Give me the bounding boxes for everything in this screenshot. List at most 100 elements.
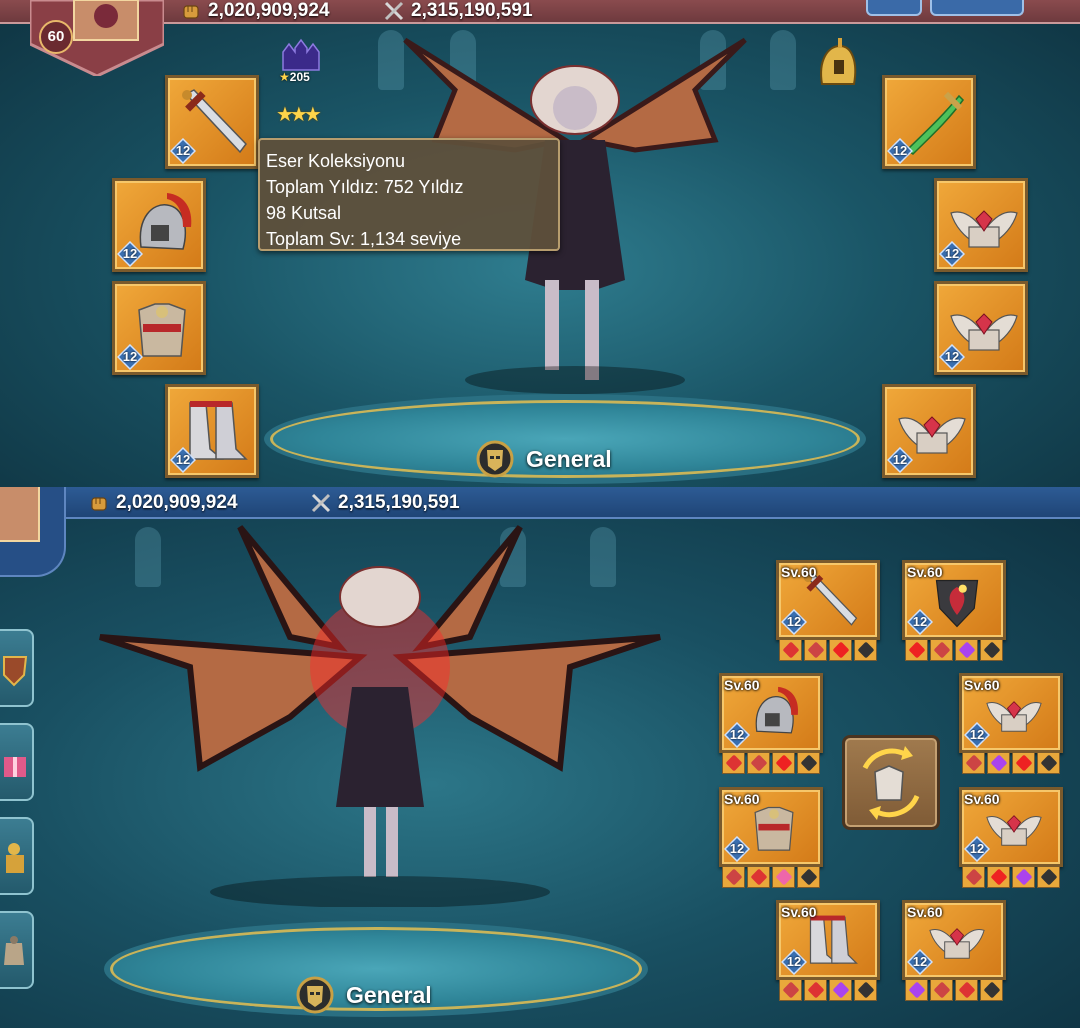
equip-slot-helmet[interactable]: 12	[112, 178, 206, 272]
side-button-shield[interactable]	[0, 629, 34, 707]
gem-socket[interactable]	[772, 866, 795, 888]
item-level-badge: 12	[887, 138, 913, 164]
item-level-value: 12	[786, 614, 802, 629]
gem-socket[interactable]	[1037, 752, 1060, 774]
gem-socket[interactable]	[930, 979, 953, 1001]
gem-socket[interactable]	[980, 979, 1003, 1001]
item-level-value: 12	[729, 727, 745, 742]
gem-socket[interactable]	[930, 639, 953, 661]
gem-row	[962, 752, 1060, 776]
gem-socket[interactable]	[980, 639, 1003, 661]
gem-socket[interactable]	[955, 979, 978, 1001]
purple-gem-icon	[990, 754, 1007, 772]
gear-slot-armor[interactable]: Sv.60 12	[719, 787, 823, 888]
gem-row	[905, 979, 1003, 1003]
swap-armor-icon	[862, 746, 920, 820]
gem-socket[interactable]	[779, 979, 802, 1001]
equip-slot-boots[interactable]: 12	[165, 384, 259, 478]
general-label[interactable]: General	[476, 440, 612, 478]
side-button-statue[interactable]	[0, 817, 34, 895]
gem-row	[905, 639, 1003, 663]
top-menu-button[interactable]	[930, 0, 1024, 16]
gear-slot-helmet[interactable]: Sv.60 12	[719, 673, 823, 774]
red-gem-icon	[725, 754, 742, 772]
equip-slot-armor[interactable]: 12	[112, 281, 206, 375]
red-gem-icon	[750, 754, 767, 772]
dark-gem-icon	[1040, 754, 1057, 772]
gem-socket[interactable]	[962, 752, 985, 774]
equip-slot-offhand[interactable]: 12	[882, 75, 976, 169]
gem-socket[interactable]	[987, 866, 1010, 888]
top-menu-button[interactable]	[866, 0, 922, 16]
gear-slot-shield[interactable]: Sv.60 12	[902, 560, 1006, 661]
gem-socket[interactable]	[1012, 752, 1035, 774]
gem-socket[interactable]	[804, 639, 827, 661]
red-gem-icon	[807, 981, 824, 999]
equip-slot-accessory-3[interactable]: 12	[882, 384, 976, 478]
general-text: General	[526, 445, 612, 472]
item-level-badge: 12	[781, 609, 807, 635]
gem-socket[interactable]	[797, 866, 820, 888]
gear-level-label: Sv.60	[964, 677, 1000, 693]
gem-socket[interactable]	[854, 639, 877, 661]
equip-slot-accessory-2[interactable]: 12	[934, 281, 1028, 375]
general-text: General	[346, 981, 432, 1008]
gear-slot-accessory-2[interactable]: Sv.60 12	[959, 787, 1063, 888]
golden-helmet-icon[interactable]	[812, 36, 860, 90]
item-level-value: 12	[175, 143, 191, 158]
side-button-gift[interactable]	[0, 723, 34, 801]
gem-socket[interactable]	[797, 752, 820, 774]
gem-socket[interactable]	[1037, 866, 1060, 888]
dark-gem-icon	[857, 981, 874, 999]
purple-gem-icon	[832, 981, 849, 999]
power-stat: 2,020,909,924	[180, 0, 330, 22]
gem-socket[interactable]	[829, 639, 852, 661]
dark-gem-icon	[1040, 868, 1057, 886]
gem-row	[722, 752, 820, 776]
player-avatar[interactable]: 60	[28, 0, 166, 78]
tooltip-total-level: Toplam Sv: 1,134 seviye	[266, 229, 462, 249]
gem-socket[interactable]	[829, 979, 852, 1001]
gem-socket[interactable]	[722, 752, 745, 774]
gem-socket[interactable]	[987, 752, 1010, 774]
item-level-badge: 12	[887, 447, 913, 473]
general-label[interactable]: General	[296, 976, 432, 1014]
artifact-collection-tooltip: Eser Koleksiyonu Toplam Yıldız: 752 Yıld…	[258, 138, 560, 251]
gem-socket[interactable]	[747, 866, 770, 888]
gear-slot-boots[interactable]: Sv.60 12	[776, 900, 880, 1001]
player-avatar[interactable]	[0, 487, 40, 542]
armor-stand-icon	[4, 936, 24, 965]
gem-socket[interactable]	[905, 979, 928, 1001]
gem-row	[962, 866, 1060, 890]
gem-socket[interactable]	[854, 979, 877, 1001]
gift-icon	[4, 757, 26, 777]
tooltip-holy-count: 98 Kutsal	[266, 203, 342, 223]
tooltip-total-stars: Toplam Yıldız: 752 Yıldız	[266, 177, 464, 197]
gear-slot-weapon[interactable]: Sv.60 12	[776, 560, 880, 661]
castle-badge[interactable]: ★205	[277, 38, 325, 88]
gem-socket[interactable]	[962, 866, 985, 888]
item-level-badge: 12	[724, 722, 750, 748]
gem-socket[interactable]	[804, 979, 827, 1001]
gear-slot-accessory-1[interactable]: Sv.60 12	[959, 673, 1063, 774]
gear-slot-accessory-3[interactable]: Sv.60 12	[902, 900, 1006, 1001]
gem-socket[interactable]	[772, 752, 795, 774]
swap-gear-button[interactable]	[842, 735, 940, 830]
gem-socket[interactable]	[722, 866, 745, 888]
item-level-value: 12	[175, 452, 191, 467]
purple-gem-icon	[1015, 868, 1032, 886]
star-rank-icon: ★★★	[276, 104, 322, 126]
gem-socket[interactable]	[905, 639, 928, 661]
gem-socket[interactable]	[955, 639, 978, 661]
equip-slot-accessory-1[interactable]: 12	[934, 178, 1028, 272]
red-gem-icon	[933, 641, 950, 659]
side-button-armor[interactable]	[0, 911, 34, 989]
gem-socket[interactable]	[747, 752, 770, 774]
hero-character[interactable]	[90, 517, 670, 907]
item-level-value: 12	[892, 452, 908, 467]
item-level-value: 12	[912, 954, 928, 969]
castle-icon	[282, 38, 320, 71]
gem-socket[interactable]	[1012, 866, 1035, 888]
equip-slot-weapon[interactable]: 12	[165, 75, 259, 169]
gem-socket[interactable]	[779, 639, 802, 661]
